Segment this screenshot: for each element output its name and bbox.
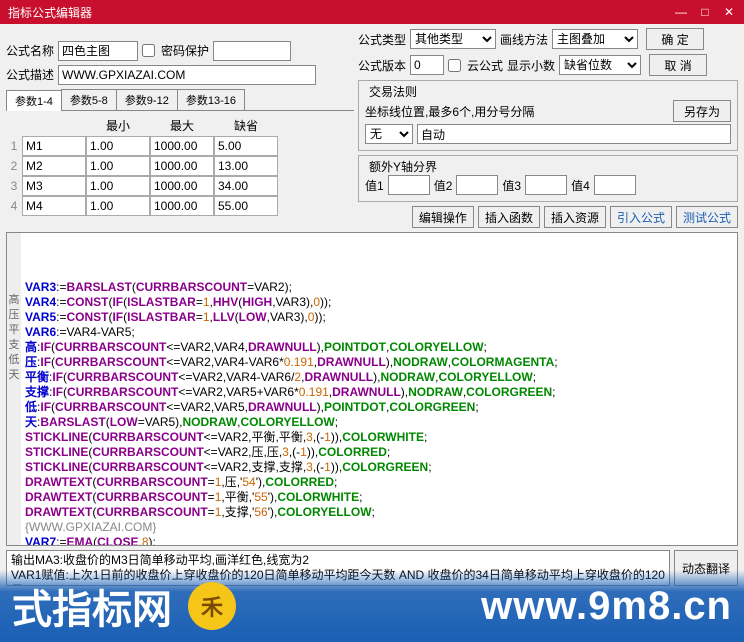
import-formula-button[interactable]: 引入公式 <box>610 206 672 228</box>
watermark-logo-icon: 禾 <box>188 582 236 630</box>
insert-res-button[interactable]: 插入资源 <box>544 206 606 228</box>
watermark-right: www.9m8.cn <box>252 584 732 629</box>
password-input[interactable] <box>213 41 291 61</box>
show-decimals-select[interactable]: 缺省位数 <box>559 55 641 75</box>
show-decimals-label: 显示小数 <box>507 57 555 74</box>
trade-rule-select[interactable]: 无 <box>365 124 413 144</box>
val1-input[interactable] <box>388 175 430 195</box>
tab-params-9-12[interactable]: 参数9-12 <box>116 89 178 110</box>
formula-name-label: 公式名称 <box>6 42 54 59</box>
param-min-input[interactable] <box>86 136 150 156</box>
password-protect-label: 密码保护 <box>161 42 209 59</box>
tab-params-13-16[interactable]: 参数13-16 <box>177 89 245 110</box>
edit-op-button[interactable]: 编辑操作 <box>412 206 474 228</box>
param-max-input[interactable] <box>150 196 214 216</box>
param-min-input[interactable] <box>86 176 150 196</box>
watermark-banner: 式指标网 禾 www.9m8.cn <box>0 570 744 642</box>
window-title: 指标公式编辑器 <box>4 4 670 21</box>
password-protect-checkbox[interactable] <box>142 44 155 57</box>
val1-label: 值1 <box>365 177 384 194</box>
param-min-input[interactable] <box>86 156 150 176</box>
formula-desc-input[interactable] <box>58 65 316 85</box>
val4-label: 值4 <box>571 177 590 194</box>
param-name-input[interactable] <box>22 196 86 216</box>
insert-func-button[interactable]: 插入函数 <box>478 206 540 228</box>
extra-y-fieldset: 额外Y轴分界 值1 值2 值3 值4 <box>358 155 738 202</box>
draw-method-select[interactable]: 主图叠加 <box>552 29 638 49</box>
formula-desc-label: 公式描述 <box>6 66 54 83</box>
param-table: 最小 最大 缺省 1 2 <box>6 115 278 216</box>
test-formula-button[interactable]: 测试公式 <box>676 206 738 228</box>
param-def-input[interactable] <box>214 136 278 156</box>
table-row: 3 <box>6 176 278 196</box>
tab-params-1-4[interactable]: 参数1-4 <box>6 90 62 111</box>
param-header-max: 最大 <box>150 115 214 136</box>
val2-label: 值2 <box>434 177 453 194</box>
val3-input[interactable] <box>525 175 567 195</box>
watermark-left: 式指标网 <box>12 577 172 635</box>
tab-params-5-8[interactable]: 参数5-8 <box>61 89 117 110</box>
formula-version-label: 公式版本 <box>358 57 406 74</box>
param-max-input[interactable] <box>150 156 214 176</box>
param-header-def: 缺省 <box>214 115 278 136</box>
formula-name-input[interactable] <box>58 41 138 61</box>
close-button[interactable]: ✕ <box>718 3 740 21</box>
param-name-input[interactable] <box>22 136 86 156</box>
code-gutter: 高压平支低天 <box>7 233 21 545</box>
ok-button[interactable]: 确 定 <box>646 28 704 50</box>
param-name-input[interactable] <box>22 176 86 196</box>
code-editor[interactable]: 高压平支低天 VAR3:=BARSLAST(CURRBARSCOUNT=VAR2… <box>6 232 738 546</box>
param-def-input[interactable] <box>214 176 278 196</box>
trade-rule-fieldset: 交易法则 坐标线位置,最多6个,用分号分隔 另存为 无 <box>358 80 738 151</box>
formula-type-select[interactable]: 其他类型 <box>410 29 496 49</box>
coord-hint-label: 坐标线位置,最多6个,用分号分隔 <box>365 103 669 120</box>
val3-label: 值3 <box>502 177 521 194</box>
val4-input[interactable] <box>594 175 636 195</box>
coord-input[interactable] <box>417 124 731 144</box>
val2-input[interactable] <box>456 175 498 195</box>
param-name-input[interactable] <box>22 156 86 176</box>
table-row: 2 <box>6 156 278 176</box>
param-min-input[interactable] <box>86 196 150 216</box>
extra-y-label: 额外Y轴分界 <box>365 158 441 175</box>
param-header-min: 最小 <box>86 115 150 136</box>
cancel-button[interactable]: 取 消 <box>649 54 707 76</box>
table-row: 1 <box>6 136 278 156</box>
trade-rule-label: 交易法则 <box>365 83 421 100</box>
param-def-input[interactable] <box>214 156 278 176</box>
table-row: 4 <box>6 196 278 216</box>
save-as-button[interactable]: 另存为 <box>673 100 731 122</box>
param-max-input[interactable] <box>150 136 214 156</box>
minimize-button[interactable]: — <box>670 3 692 21</box>
param-max-input[interactable] <box>150 176 214 196</box>
cloud-formula-checkbox[interactable] <box>448 59 461 72</box>
param-tabs: 参数1-4 参数5-8 参数9-12 参数13-16 <box>6 89 354 111</box>
draw-method-label: 画线方法 <box>500 31 548 48</box>
desc-line: 输出MA3:收盘价的M3日简单移动平均,画洋红色,线宽为2 <box>11 553 665 568</box>
formula-type-label: 公式类型 <box>358 31 406 48</box>
formula-version-input[interactable] <box>410 55 444 75</box>
cloud-formula-label: 云公式 <box>467 57 503 74</box>
param-def-input[interactable] <box>214 196 278 216</box>
maximize-button[interactable]: □ <box>694 3 716 21</box>
titlebar: 指标公式编辑器 — □ ✕ <box>0 0 744 24</box>
